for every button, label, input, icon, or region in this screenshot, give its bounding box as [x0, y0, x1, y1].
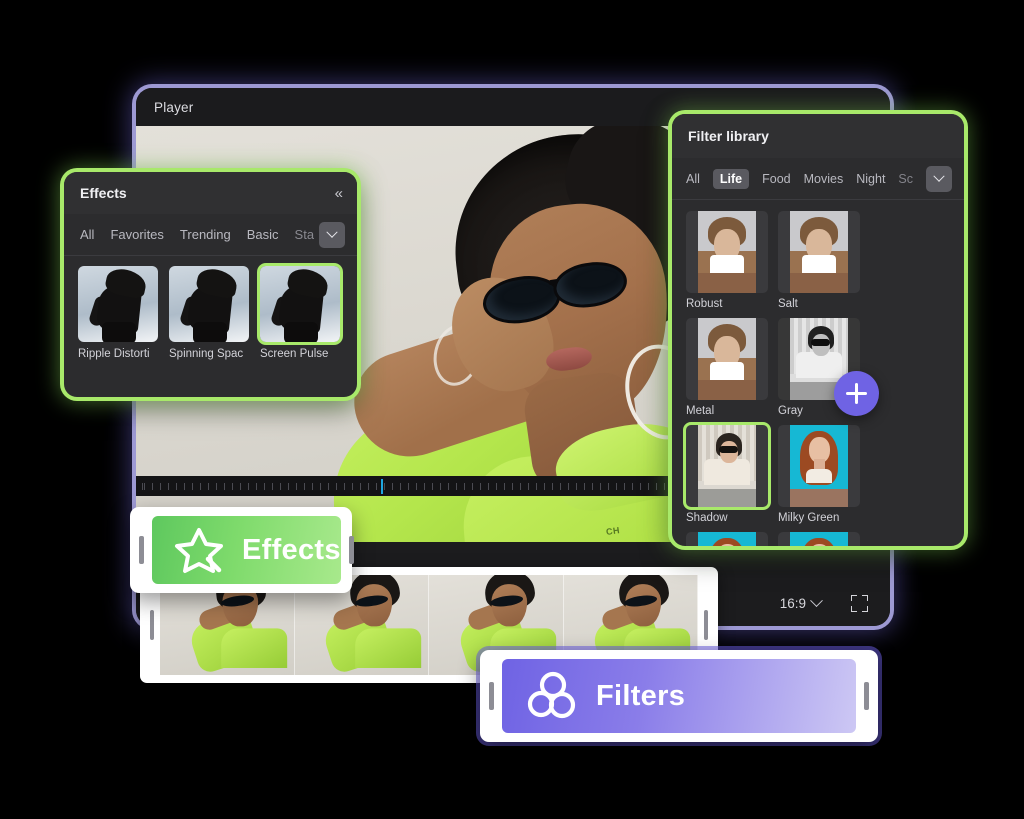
filter-label: Shadow	[686, 512, 728, 524]
tab-basic[interactable]: Basic	[247, 227, 279, 242]
filter-item[interactable]: Robust	[686, 211, 768, 310]
filter-label: Robust	[686, 298, 723, 310]
filter-tab-bar: All Life Food Movies Night Sc	[672, 158, 964, 200]
tab-life[interactable]: Life	[712, 168, 750, 189]
filter-thumbnail	[686, 425, 768, 507]
effect-label: Spinning Spac	[169, 348, 244, 360]
filter-panel-title: Filter library	[688, 128, 769, 144]
effect-thumbnail	[260, 266, 340, 342]
filters-badge[interactable]: Filters	[480, 650, 878, 742]
screenshot-root: Player CH 16:9 Effects « All Favorites T…	[0, 0, 1024, 819]
tab-night[interactable]: Night	[856, 172, 885, 186]
aspect-ratio-selector[interactable]: 16:9	[779, 593, 823, 611]
chevron-down-icon	[326, 226, 338, 238]
effects-badge[interactable]: Effects	[130, 507, 354, 593]
filter-thumbnail	[778, 211, 860, 293]
effects-panel: Effects « All Favorites Trending Basic S…	[64, 172, 357, 397]
tab-favorites[interactable]: Favorites	[110, 227, 163, 242]
clip-trim-handle-left[interactable]	[150, 610, 154, 640]
tab-all[interactable]: All	[686, 172, 700, 186]
filter-thumbnail	[686, 532, 768, 546]
tab-food[interactable]: Food	[762, 172, 791, 186]
tab-trending[interactable]: Trending	[180, 227, 231, 242]
effect-label: Ripple Distorti	[78, 348, 150, 360]
three-circles-icon	[527, 671, 576, 719]
badge-handle-right	[864, 682, 869, 710]
page-title: Player	[154, 99, 194, 115]
filter-item[interactable]: Red Tea	[778, 532, 860, 546]
filter-item[interactable]: Salt	[778, 211, 860, 310]
effects-tab-bar: All Favorites Trending Basic Sta	[64, 214, 357, 256]
aspect-ratio-value: 16:9	[779, 595, 806, 611]
filter-panel-header: Filter library	[672, 114, 964, 158]
filter-thumbnail	[686, 318, 768, 400]
effects-grid: Ripple Distorti Spinning Spac Screen Pul…	[64, 256, 357, 360]
double-chevron-left-icon[interactable]: «	[335, 186, 343, 201]
filter-grid: Robust Salt Metal Gray Shadow Milky Gree…	[672, 200, 964, 546]
effect-item-selected[interactable]: Screen Pulse	[260, 266, 340, 360]
filter-thumbnail	[686, 211, 768, 293]
filter-label: Milky Green	[778, 512, 840, 524]
filter-item-selected[interactable]: Shadow	[686, 425, 768, 524]
badge-handle-right	[348, 536, 354, 564]
effect-item[interactable]: Ripple Distorti	[78, 266, 158, 360]
filter-item[interactable]: Metal	[686, 318, 768, 417]
effects-panel-header: Effects «	[64, 172, 357, 214]
badge-handle-left	[139, 536, 144, 564]
effects-panel-title: Effects	[80, 185, 127, 201]
effects-more-tabs-button[interactable]	[319, 222, 345, 248]
chevron-down-icon	[810, 593, 823, 607]
tab-all[interactable]: All	[80, 227, 94, 242]
chevron-down-icon	[933, 170, 945, 182]
effects-badge-label: Effects	[242, 533, 341, 566]
filter-more-tabs-button[interactable]	[926, 166, 952, 192]
add-filter-button[interactable]	[834, 371, 879, 416]
fullscreen-icon[interactable]	[851, 594, 868, 612]
filters-badge-inner: Filters	[502, 659, 856, 733]
filter-thumbnail	[778, 532, 860, 546]
badge-handle-left	[489, 682, 494, 710]
filter-item[interactable]: Taro	[686, 532, 768, 546]
filters-badge-label: Filters	[596, 679, 686, 712]
effect-item[interactable]: Spinning Spac	[169, 266, 249, 360]
magic-star-icon	[175, 528, 223, 573]
filter-item[interactable]: Milky Green	[778, 425, 860, 524]
filter-library-panel: Filter library All Life Food Movies Nigh…	[672, 114, 964, 546]
effect-label: Screen Pulse	[260, 348, 329, 360]
filter-label: Metal	[686, 405, 715, 417]
effects-badge-inner: Effects	[152, 516, 341, 584]
filter-thumbnail	[778, 425, 860, 507]
tab-movies[interactable]: Movies	[804, 172, 844, 186]
effect-thumbnail	[169, 266, 249, 342]
clip-trim-handle-right[interactable]	[704, 610, 708, 640]
filter-label: Salt	[778, 298, 798, 310]
playhead[interactable]	[381, 479, 383, 494]
effect-thumbnail	[78, 266, 158, 342]
tab-sta[interactable]: Sta	[295, 227, 315, 242]
garment-logo-text: CH	[605, 525, 621, 537]
tab-sc[interactable]: Sc	[898, 172, 913, 186]
